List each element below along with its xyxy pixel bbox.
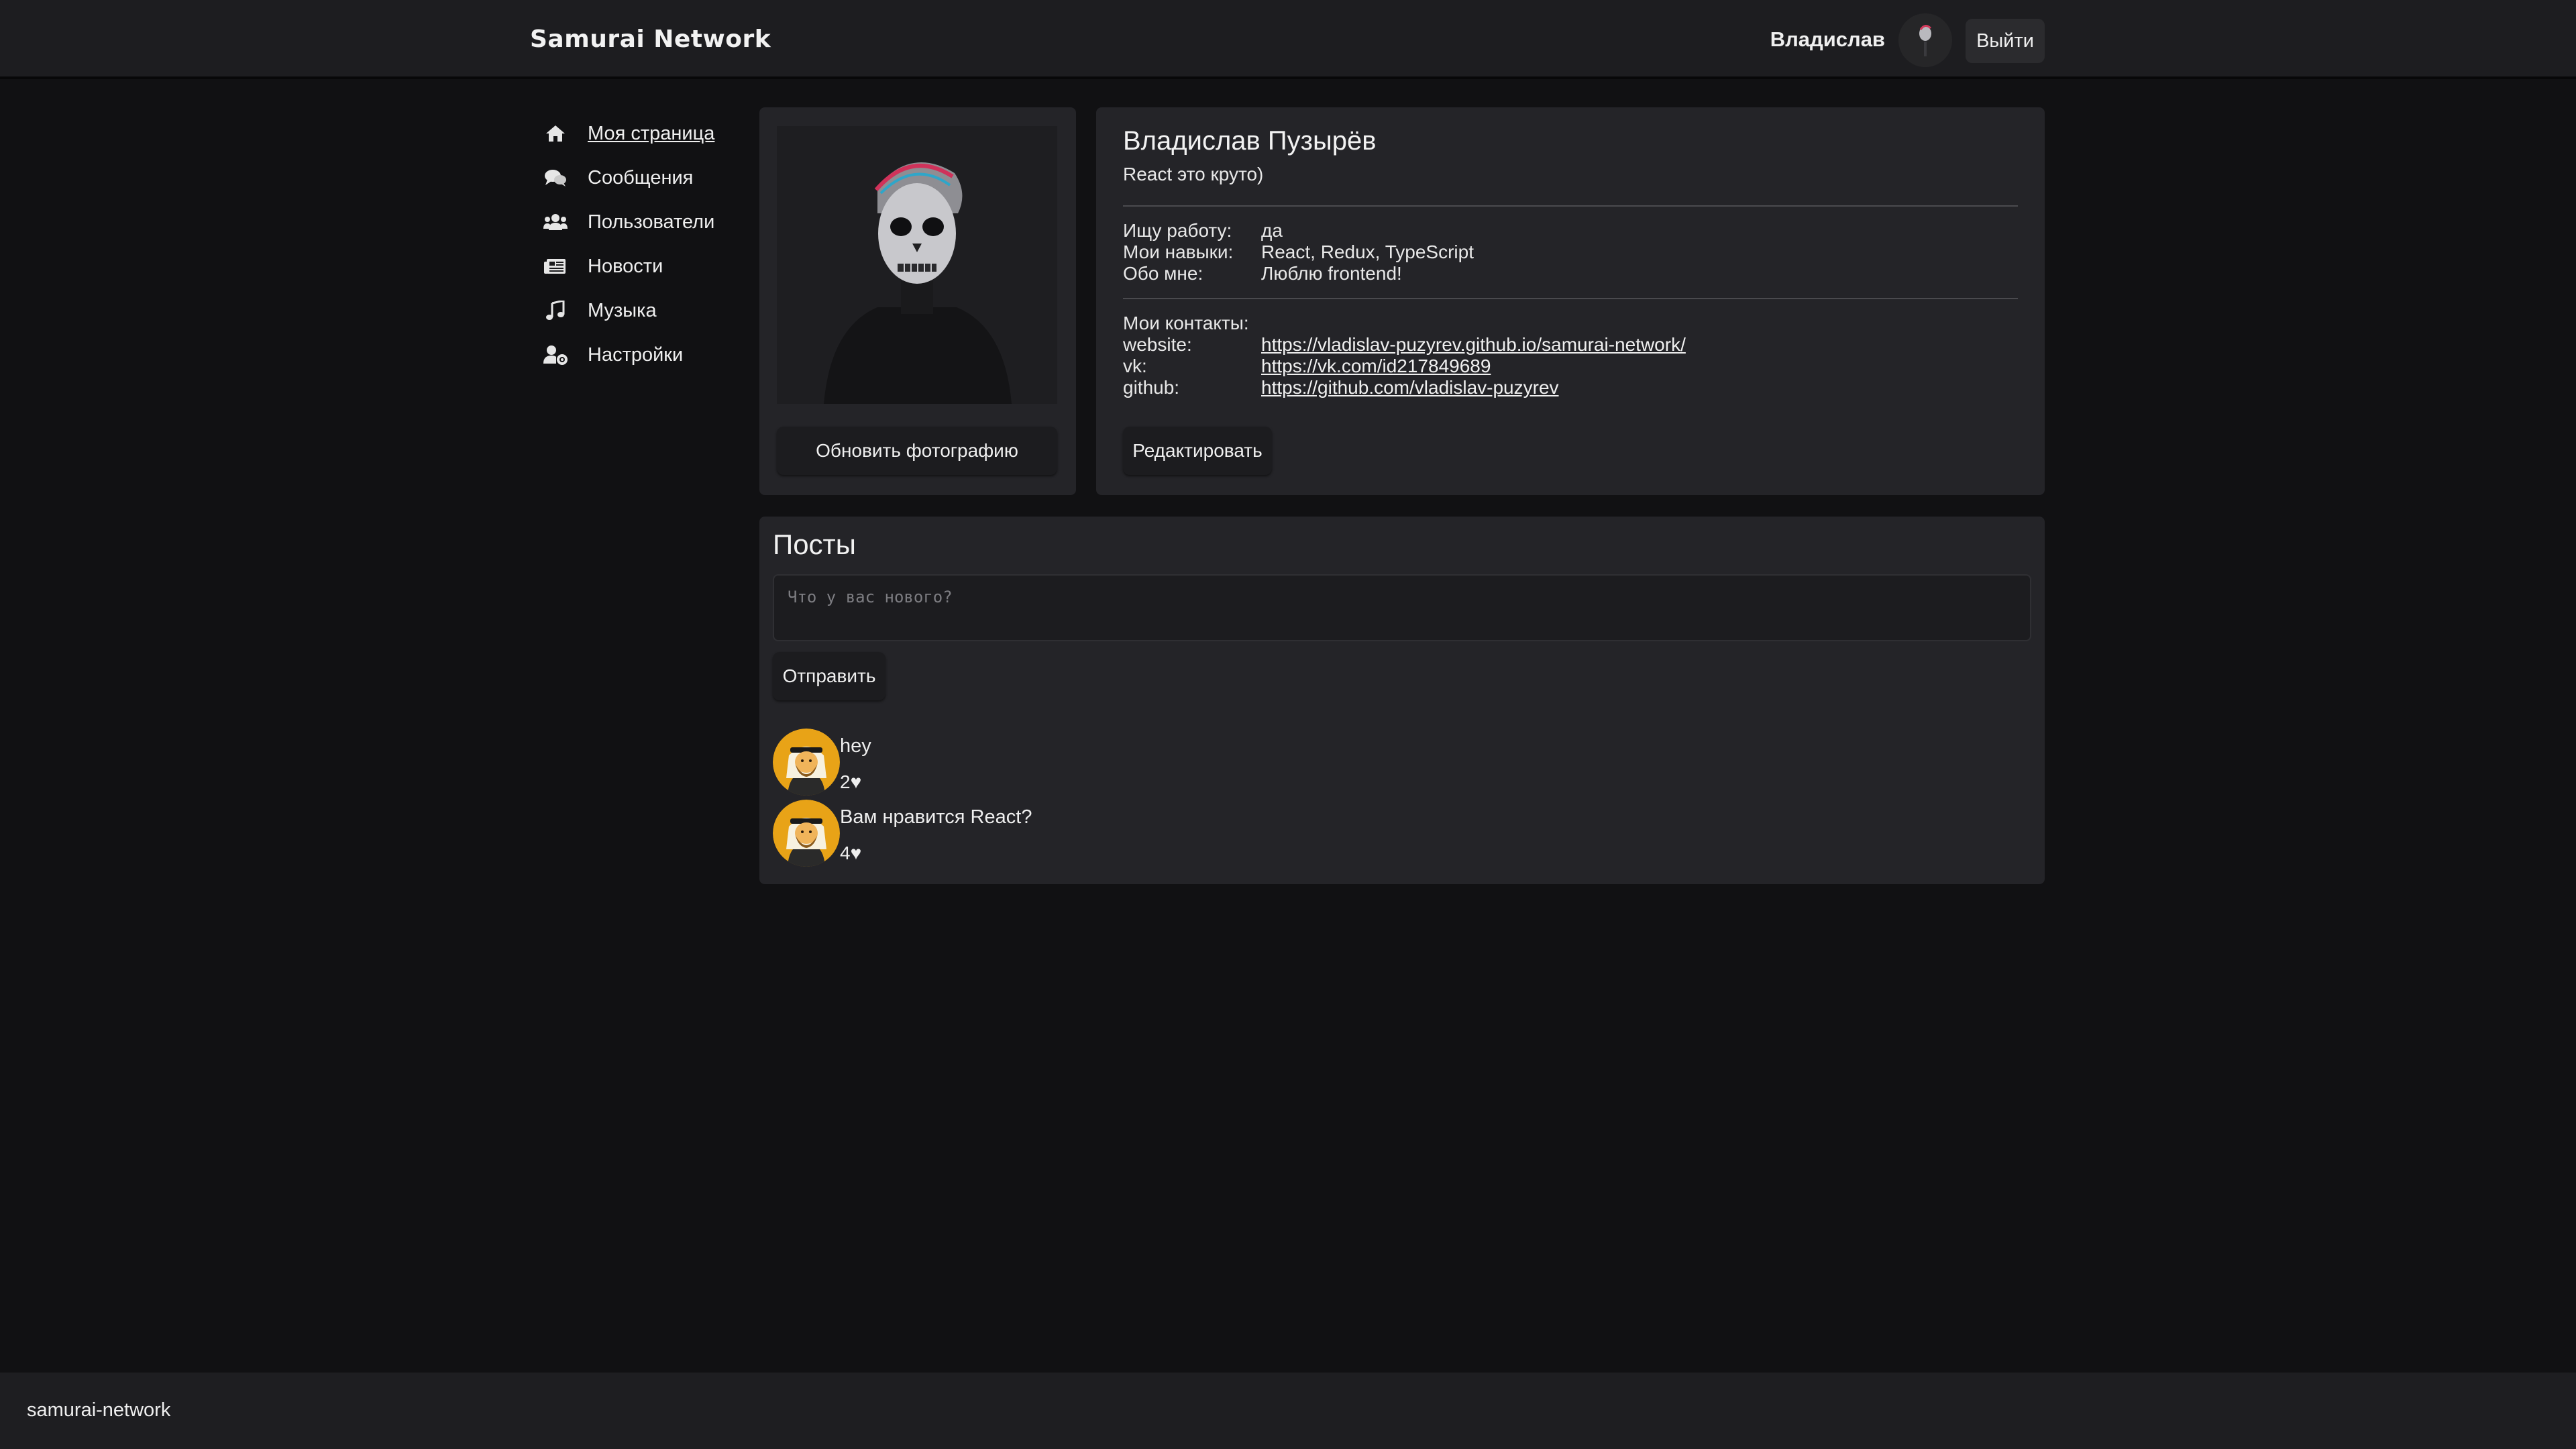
skills-row: Мои навыки: React, Redux, TypeScript [1123,241,1474,263]
sidebar-item-settings[interactable]: Настройки [542,333,737,377]
sidebar-item-label: Новости [588,255,663,277]
vk-link[interactable]: https://vk.com/id217849689 [1261,356,1491,376]
sidebar-nav: Моя страница Сообщения Пользователи Ново… [542,111,737,377]
profile-photo [777,126,1057,404]
sidebar-item-label: Моя страница [588,122,715,144]
post-item: hey 2♥ [773,729,1377,796]
post-likes[interactable]: 4♥ [840,843,861,864]
job-value: да [1261,220,1283,241]
sidebar-item-music[interactable]: Музыка [542,288,737,333]
post-likes[interactable]: 2♥ [840,771,861,793]
contacts-title: Мои контакты: [1123,313,1249,333]
sidebar-item-news[interactable]: Новости [542,244,737,288]
post-avatar [773,800,840,867]
top-header: Samurai Network Владислав Выйти [0,0,2576,79]
sidebar-item-my-page[interactable]: Моя страница [542,111,737,156]
sidebar-item-messages[interactable]: Сообщения [542,156,737,200]
contact-key: website: [1123,334,1192,355]
about-key: Обо мне: [1123,263,1203,284]
about-value: Люблю frontend! [1261,263,1402,284]
header-user-name: Владислав [1770,28,1885,51]
post-avatar [773,729,840,796]
posts-title: Посты [773,529,856,560]
contact-key: vk: [1123,356,1147,376]
edit-profile-button[interactable]: Редактировать [1123,427,1272,475]
contact-key: github: [1123,377,1180,398]
music-icon [542,297,569,324]
user-cog-icon [542,341,569,368]
contact-row-website: website: https://vladislav-puzyrev.github… [1123,334,1686,356]
app-logo[interactable]: Samurai Network [530,25,771,53]
job-key: Ищу работу: [1123,220,1232,241]
sidebar-item-label: Пользователи [588,211,715,233]
home-icon [542,120,569,147]
sidebar-item-label: Настройки [588,343,684,366]
divider [1123,205,2018,207]
post-item: Вам нравится React? 4♥ [773,800,1377,867]
sidebar-item-users[interactable]: Пользователи [542,200,737,244]
footer-text: samurai-network [27,1399,171,1421]
post-text: hey [840,735,871,757]
profile-info-card: Владислав Пузырёв React это круто) Ищу р… [1096,107,2045,495]
profile-status[interactable]: React это круто) [1123,164,1263,185]
job-row: Ищу работу: да [1123,220,1283,241]
posts-card: Посты Что у вас нового? Отправить hey 2♥ [759,517,2045,884]
send-post-button[interactable]: Отправить [773,652,885,700]
website-link[interactable]: https://vladislav-puzyrev.github.io/samu… [1261,334,1686,355]
sidebar-item-label: Сообщения [588,166,694,189]
skills-value: React, Redux, TypeScript [1261,241,1474,262]
new-post-input[interactable]: Что у вас нового? [773,574,2031,641]
skills-key: Мои навыки: [1123,241,1234,262]
contact-row-vk: vk: https://vk.com/id217849689 [1123,356,1491,377]
about-row: Обо мне: Люблю frontend! [1123,263,1402,284]
profile-name: Владислав Пузырёв [1123,126,1377,156]
github-link[interactable]: https://github.com/vladislav-puzyrev [1261,377,1559,398]
update-photo-button[interactable]: Обновить фотографию [777,427,1057,475]
header-avatar[interactable] [1898,13,1952,67]
divider [1123,298,2018,299]
sidebar-item-label: Музыка [588,299,657,321]
post-text: Вам нравится React? [840,806,1032,828]
comments-icon [542,164,569,191]
profile-photo-card: Обновить фотографию [759,107,1076,495]
page-footer: samurai-network [0,1373,2576,1449]
users-icon [542,209,569,235]
logout-button[interactable]: Выйти [1966,19,2045,63]
newspaper-icon [542,253,569,280]
contact-row-github: github: https://github.com/vladislav-puzy… [1123,377,1559,398]
